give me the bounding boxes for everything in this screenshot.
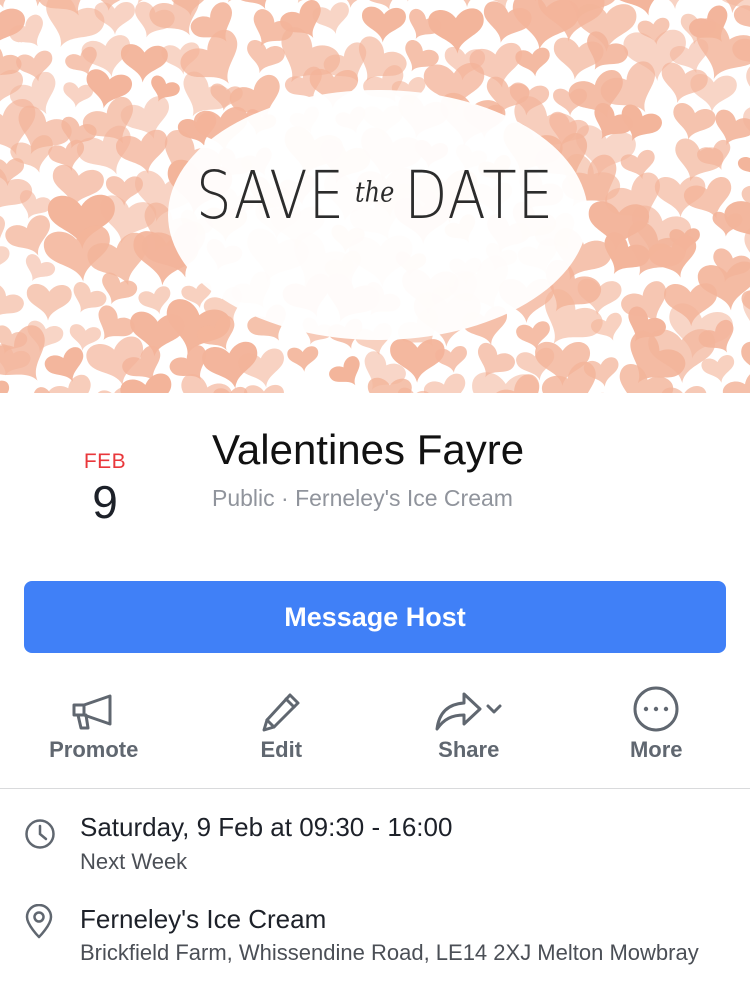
- event-time: Saturday, 9 Feb at 09:30 - 16:00: [80, 812, 453, 842]
- heart-shape: [514, 46, 553, 79]
- heart-shape: [25, 283, 73, 322]
- event-cover-image[interactable]: SAVE the DATE: [0, 0, 750, 393]
- heart-shape: [385, 0, 438, 7]
- heart-shape: [243, 384, 285, 393]
- the-word: the: [355, 175, 395, 209]
- pencil-icon: [259, 675, 303, 733]
- promote-button[interactable]: Promote: [0, 675, 188, 787]
- heart-shape: [646, 0, 702, 11]
- more-label: More: [629, 737, 683, 762]
- heart-shape: [0, 379, 12, 393]
- share-button[interactable]: Share: [375, 675, 563, 787]
- message-host-button[interactable]: Message Host: [24, 581, 726, 653]
- heart-shape: [434, 345, 470, 376]
- heart-shape: [592, 391, 633, 393]
- event-privacy-host[interactable]: Public · Ferneley's Ice Cream: [212, 485, 513, 512]
- event-title: Valentines Fayre: [212, 426, 525, 473]
- clock-icon: [24, 818, 56, 855]
- section-divider: [0, 788, 750, 789]
- heart-shape: [0, 281, 27, 329]
- location-pin-icon: [24, 903, 54, 945]
- more-button[interactable]: More: [563, 675, 750, 787]
- promote-label: Promote: [49, 737, 139, 762]
- edit-label: Edit: [260, 737, 303, 762]
- heart-shape: [322, 391, 365, 393]
- heart-shape: [326, 353, 370, 393]
- event-time-relative: Next Week: [80, 849, 188, 874]
- more-icon: [632, 675, 680, 733]
- save-word: SAVE: [195, 158, 345, 235]
- share-label: Share: [438, 737, 500, 762]
- event-location-name: Ferneley's Ice Cream: [80, 904, 327, 934]
- event-actions-bar: Promote Edit Share More: [0, 675, 750, 787]
- heart-shape: [0, 245, 10, 275]
- event-location-address: Brickfield Farm, Whissendine Road, LE14 …: [80, 940, 699, 965]
- date-word: DATE: [404, 158, 554, 235]
- save-the-date-text: SAVE the DATE: [0, 158, 750, 235]
- event-date-badge: FEB 9: [60, 450, 150, 530]
- heart-shape: [443, 0, 491, 8]
- share-icon: [432, 675, 506, 733]
- heart-shape: [688, 73, 738, 114]
- event-day: 9: [92, 476, 118, 528]
- heart-shape: [421, 371, 473, 393]
- megaphone-icon: [70, 675, 118, 733]
- heart-shape: [667, 101, 718, 146]
- heart-shape: [286, 345, 320, 374]
- heart-shape: [241, 38, 287, 79]
- edit-button[interactable]: Edit: [188, 675, 376, 787]
- event-month: FEB: [83, 450, 127, 473]
